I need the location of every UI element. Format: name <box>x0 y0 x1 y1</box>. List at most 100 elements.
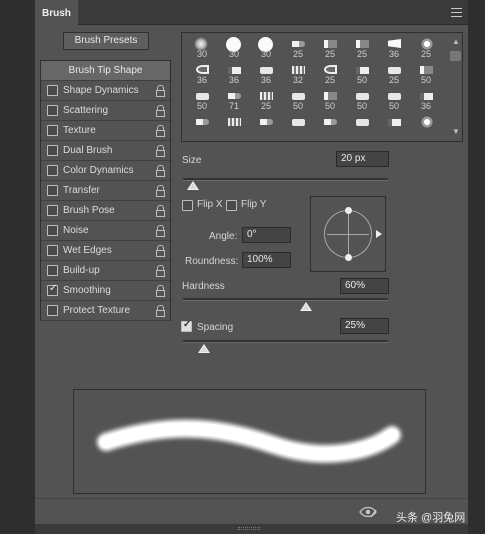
sidebar-item[interactable]: Brush Pose <box>41 201 170 221</box>
sidebar-item-label: Brush Pose <box>63 205 115 216</box>
brush-tip-cell[interactable]: 25 <box>282 36 314 62</box>
sidebar-item[interactable]: Noise <box>41 221 170 241</box>
lock-icon[interactable] <box>156 265 166 277</box>
brush-tip-cell[interactable] <box>250 114 282 140</box>
sidebar-item[interactable]: Transfer <box>41 181 170 201</box>
sidebar-item-checkbox[interactable] <box>47 105 58 116</box>
sidebar-item[interactable]: Texture <box>41 121 170 141</box>
lock-icon[interactable] <box>156 125 166 137</box>
brush-tip-cell[interactable]: 71 <box>218 88 250 114</box>
brush-angle-protractor[interactable] <box>324 207 382 261</box>
sidebar-item[interactable]: Dual Brush <box>41 141 170 161</box>
spacing-input[interactable]: 25% <box>340 318 389 334</box>
brush-tip-cell[interactable]: 36 <box>410 88 442 114</box>
brush-tip-cell[interactable] <box>218 114 250 140</box>
grid-scroll-down-icon[interactable]: ▼ <box>452 127 460 136</box>
spacing-slider-track[interactable] <box>183 340 388 343</box>
lock-icon[interactable] <box>156 165 166 177</box>
brush-tip-cell[interactable]: 50 <box>186 88 218 114</box>
spacing-slider-thumb[interactable] <box>197 344 210 353</box>
sidebar-item[interactable]: Protect Texture <box>41 301 170 321</box>
lock-icon[interactable] <box>156 225 166 237</box>
grid-scroll-thumb[interactable] <box>450 51 461 61</box>
toggle-live-tip-preview-icon[interactable] <box>359 506 377 518</box>
brush-tip-cell[interactable] <box>282 114 314 140</box>
brush-tip-cell[interactable]: 25 <box>250 88 282 114</box>
angle-roundness-widget[interactable] <box>310 196 386 272</box>
size-slider-track[interactable] <box>183 178 388 181</box>
sidebar-item-checkbox[interactable] <box>47 283 58 296</box>
angle-arrow-icon[interactable] <box>376 230 382 238</box>
sidebar-item-checkbox[interactable] <box>47 225 58 236</box>
lock-icon[interactable] <box>156 245 166 257</box>
sidebar-item[interactable]: Color Dynamics <box>41 161 170 181</box>
brush-tip-cell[interactable]: 36 <box>186 62 218 88</box>
brush-tip-cell[interactable]: 36 <box>218 62 250 88</box>
sidebar-item-checkbox[interactable] <box>47 205 58 216</box>
brush-tip-cell[interactable] <box>410 114 442 140</box>
sidebar-item[interactable]: Scattering <box>41 101 170 121</box>
lock-icon[interactable] <box>156 85 166 97</box>
sidebar-item-checkbox[interactable] <box>47 305 58 316</box>
size-input[interactable]: 20 px <box>336 151 389 167</box>
brush-tip-cell[interactable]: 30 <box>218 36 250 62</box>
brush-tip-cell[interactable]: 50 <box>282 88 314 114</box>
sidebar-item[interactable]: Wet Edges <box>41 241 170 261</box>
roundness-input[interactable]: 100% <box>242 252 291 268</box>
brush-tip-cell[interactable]: 50 <box>378 88 410 114</box>
lock-icon[interactable] <box>156 145 166 157</box>
brush-tip-cell[interactable]: 30 <box>250 36 282 62</box>
lock-icon[interactable] <box>156 305 166 317</box>
brush-tip-cell[interactable]: 50 <box>346 88 378 114</box>
brush-tip-cell[interactable] <box>346 114 378 140</box>
brush-tip-cell[interactable] <box>378 114 410 140</box>
brush-tip-cell[interactable]: 32 <box>282 62 314 88</box>
sidebar-item-checkbox[interactable] <box>47 165 58 176</box>
brush-tip-cell[interactable] <box>186 114 218 140</box>
brush-tip-cell[interactable]: 25 <box>410 36 442 62</box>
sidebar-item[interactable]: Smoothing <box>41 281 170 301</box>
sidebar-item-checkbox[interactable] <box>47 265 58 276</box>
hardness-input[interactable]: 60% <box>340 278 389 294</box>
hardness-slider-thumb[interactable] <box>300 302 312 311</box>
sidebar-item-checkbox[interactable] <box>47 125 58 136</box>
lock-icon[interactable] <box>156 185 166 197</box>
resize-grip[interactable] <box>238 527 260 530</box>
brush-tip-cell[interactable] <box>314 114 346 140</box>
sidebar-item[interactable]: Shape Dynamics <box>41 81 170 101</box>
angle-input[interactable]: 0° <box>242 227 291 243</box>
brush-tip-cell[interactable]: 25 <box>314 36 346 62</box>
brush-tip-cell[interactable]: 36 <box>378 36 410 62</box>
lock-icon[interactable] <box>156 105 166 117</box>
flip-y-checkbox[interactable] <box>226 200 237 211</box>
brush-tip-cell[interactable]: 50 <box>410 62 442 88</box>
brush-tip-cell[interactable]: 25 <box>346 36 378 62</box>
sidebar-item-checkbox[interactable] <box>47 185 58 196</box>
grid-scroll-up-icon[interactable]: ▲ <box>452 37 460 46</box>
hardness-slider-track[interactable] <box>183 298 388 301</box>
spacing-checkbox[interactable] <box>181 319 192 332</box>
brush-tip-shape-item[interactable]: Brush Tip Shape <box>41 61 170 81</box>
flip-x-label: Flip X <box>197 199 223 210</box>
brush-tip-cell[interactable]: 50 <box>346 62 378 88</box>
brush-tip-cell[interactable]: 25 <box>378 62 410 88</box>
brush-tip-cell[interactable]: 30 <box>186 36 218 62</box>
brush-tip-cell[interactable]: 36 <box>250 62 282 88</box>
tab-brush[interactable]: Brush <box>35 0 78 25</box>
sidebar-item[interactable]: Build-up <box>41 261 170 281</box>
brush-tip-cell[interactable]: 50 <box>314 88 346 114</box>
sidebar-item-checkbox[interactable] <box>47 85 58 96</box>
brush-tip-size: 32 <box>292 75 303 85</box>
brush-tip-size: 25 <box>356 49 367 59</box>
roundness-handle-top[interactable] <box>345 207 352 214</box>
roundness-handle-bottom[interactable] <box>345 254 352 261</box>
panel-menu-icon[interactable] <box>451 8 462 17</box>
brush-tip-cell[interactable]: 25 <box>314 62 346 88</box>
sidebar-item-checkbox[interactable] <box>47 245 58 256</box>
lock-icon[interactable] <box>156 285 166 297</box>
lock-icon[interactable] <box>156 205 166 217</box>
size-slider-thumb[interactable] <box>187 181 200 190</box>
brush-presets-button[interactable]: Brush Presets <box>63 32 149 50</box>
flip-x-checkbox[interactable] <box>182 200 193 211</box>
sidebar-item-checkbox[interactable] <box>47 145 58 156</box>
